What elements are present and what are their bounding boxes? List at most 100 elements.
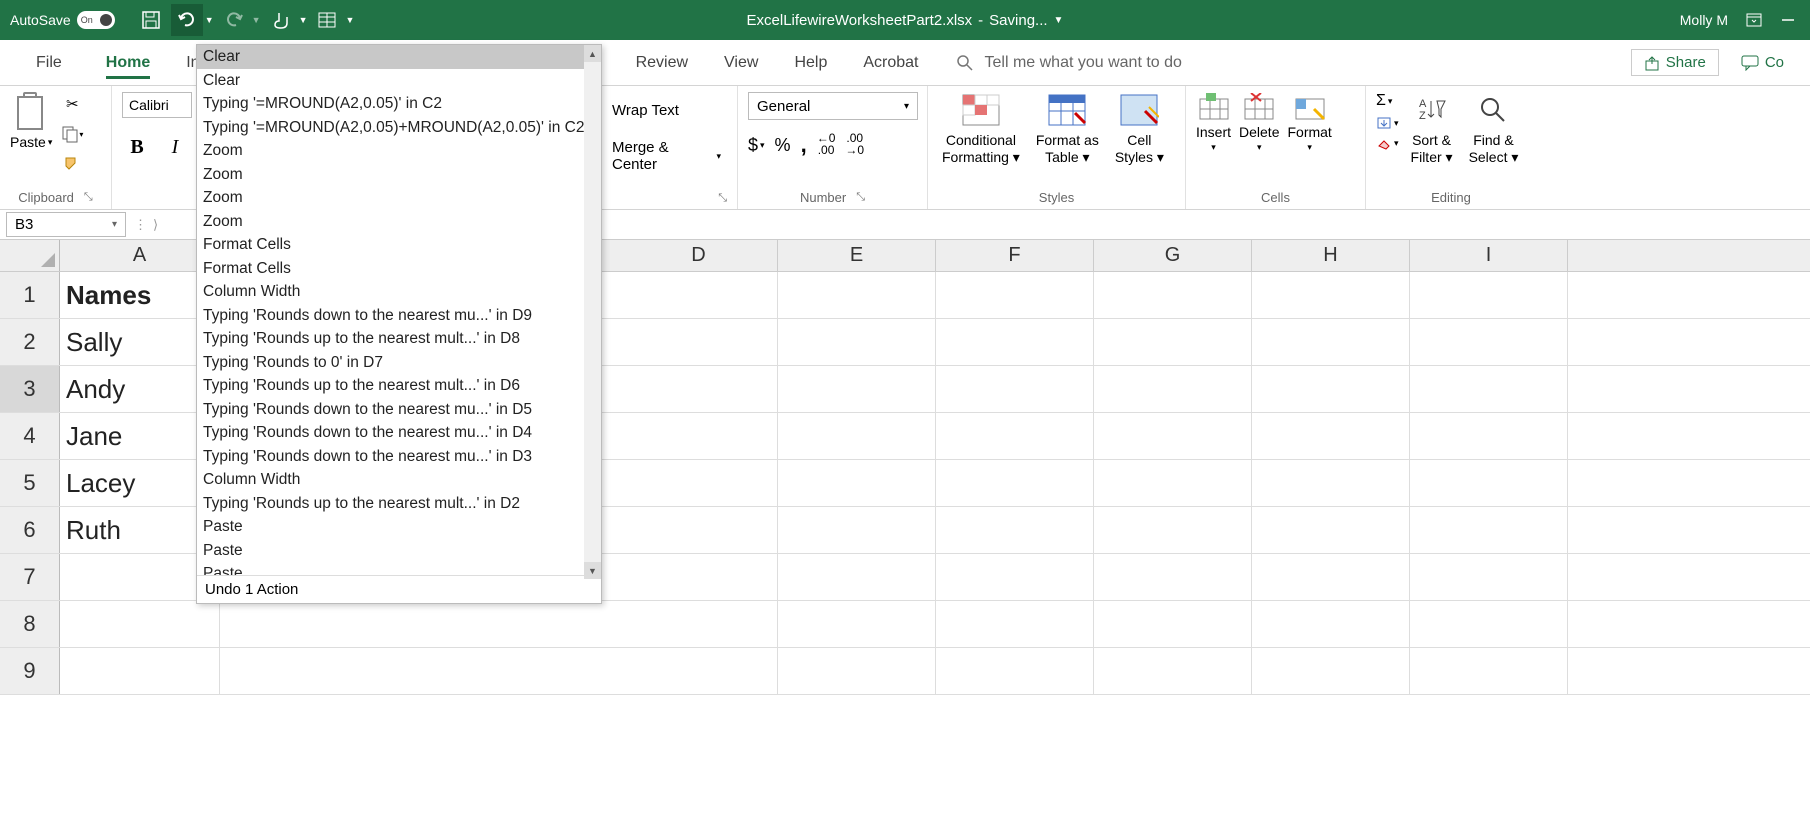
undo-history-item[interactable]: Paste — [197, 539, 601, 563]
cell[interactable] — [1252, 413, 1410, 459]
format-as-table-button[interactable]: Format asTable ▾ — [1032, 92, 1103, 166]
tab-file[interactable]: File — [18, 40, 80, 85]
italic-button[interactable]: I — [160, 132, 190, 162]
cell[interactable] — [1094, 460, 1252, 506]
cell[interactable] — [60, 601, 220, 647]
table-icon[interactable] — [311, 4, 343, 36]
cell[interactable] — [620, 507, 778, 553]
cell[interactable] — [936, 319, 1094, 365]
fill-icon[interactable]: ▾ — [1376, 116, 1399, 130]
minimize-icon[interactable] — [1780, 12, 1796, 28]
undo-history-item[interactable]: Typing 'Rounds up to the nearest mult...… — [197, 492, 601, 516]
row-header[interactable]: 4 — [0, 413, 60, 459]
cell[interactable] — [1410, 319, 1568, 365]
autosum-icon[interactable]: Σ▾ — [1376, 92, 1399, 110]
number-launcher-icon[interactable]: ⤡ — [856, 191, 865, 204]
cell[interactable] — [1094, 319, 1252, 365]
cell[interactable] — [936, 413, 1094, 459]
row-header[interactable]: 7 — [0, 554, 60, 600]
paste-button[interactable]: Paste▾ — [10, 92, 52, 150]
cell[interactable] — [1252, 366, 1410, 412]
undo-history-item[interactable]: Typing 'Rounds down to the nearest mu...… — [197, 445, 601, 469]
name-box[interactable]: B3 ▾ — [6, 212, 126, 237]
ribbon-options-icon[interactable] — [1746, 12, 1762, 28]
format-painter-icon[interactable] — [60, 152, 84, 176]
undo-history-item[interactable]: Typing 'Rounds up to the nearest mult...… — [197, 327, 601, 351]
wrap-text-button[interactable]: Wrap Text — [606, 98, 685, 123]
cell[interactable] — [778, 554, 936, 600]
col-header-G[interactable]: G — [1094, 240, 1252, 271]
col-header-I[interactable]: I — [1410, 240, 1568, 271]
col-header-H[interactable]: H — [1252, 240, 1410, 271]
undo-history-item[interactable]: Typing 'Rounds down to the nearest mu...… — [197, 398, 601, 422]
cell[interactable] — [936, 460, 1094, 506]
bold-button[interactable]: B — [122, 132, 152, 162]
row-header[interactable]: 3 — [0, 366, 60, 412]
undo-dropdown-caret[interactable]: ▼ — [205, 15, 214, 25]
cell[interactable] — [936, 366, 1094, 412]
undo-button[interactable] — [171, 4, 203, 36]
touch-mode-icon[interactable] — [265, 4, 297, 36]
tell-me-search[interactable]: Tell me what you want to do — [956, 54, 1181, 72]
undo-history-item[interactable]: Column Width — [197, 468, 601, 492]
undo-history-item[interactable]: Clear — [197, 69, 601, 93]
accounting-icon[interactable]: $▾ — [748, 132, 765, 158]
toggle-switch[interactable]: On — [77, 11, 115, 29]
name-box-resize-icon[interactable]: ⋮ — [134, 217, 147, 233]
undo-history-item[interactable]: Format Cells — [197, 233, 601, 257]
cell[interactable] — [778, 507, 936, 553]
cell[interactable] — [1410, 554, 1568, 600]
cell[interactable] — [1252, 648, 1410, 694]
comma-icon[interactable]: , — [801, 132, 807, 158]
share-button[interactable]: Share — [1631, 49, 1719, 76]
cell[interactable] — [1094, 601, 1252, 647]
conditional-formatting-button[interactable]: ConditionalFormatting ▾ — [938, 92, 1024, 166]
format-cells-button[interactable]: Format▾ — [1287, 92, 1331, 153]
decrease-decimal-icon[interactable]: .00→0 — [845, 132, 864, 158]
increase-decimal-icon[interactable]: ←0.00 — [817, 132, 836, 158]
redo-dropdown-caret[interactable]: ▼ — [252, 15, 261, 25]
touch-caret[interactable]: ▼ — [299, 15, 308, 25]
copy-icon[interactable]: ▾ — [60, 122, 84, 146]
cell[interactable] — [778, 272, 936, 318]
undo-history-item[interactable]: Typing '=MROUND(A2,0.05)' in C2 — [197, 92, 601, 116]
insert-cells-button[interactable]: Insert▾ — [1196, 92, 1231, 153]
cell[interactable] — [778, 319, 936, 365]
cell[interactable] — [1410, 601, 1568, 647]
cell[interactable] — [1252, 272, 1410, 318]
cell[interactable] — [936, 272, 1094, 318]
clipboard-launcher-icon[interactable]: ⤡ — [84, 191, 93, 204]
cell[interactable] — [936, 601, 1094, 647]
cell[interactable] — [1094, 507, 1252, 553]
row-header[interactable]: 6 — [0, 507, 60, 553]
user-name[interactable]: Molly M — [1680, 12, 1728, 28]
cell[interactable] — [1094, 648, 1252, 694]
cut-icon[interactable]: ✂ — [60, 92, 84, 116]
undo-history-item[interactable]: Typing 'Rounds down to the nearest mu...… — [197, 421, 601, 445]
cell[interactable] — [1410, 413, 1568, 459]
autosave-toggle[interactable]: AutoSave On — [0, 11, 125, 29]
cell[interactable] — [620, 413, 778, 459]
cell[interactable] — [936, 554, 1094, 600]
cell[interactable] — [1410, 507, 1568, 553]
cell[interactable] — [1410, 272, 1568, 318]
col-header-E[interactable]: E — [778, 240, 936, 271]
cell[interactable] — [1252, 554, 1410, 600]
cell[interactable] — [620, 460, 778, 506]
title-caret[interactable]: ▼ — [1054, 15, 1064, 26]
cell[interactable] — [778, 413, 936, 459]
cell[interactable] — [1410, 460, 1568, 506]
select-all-corner[interactable] — [0, 240, 60, 271]
undo-history-item[interactable]: Zoom — [197, 139, 601, 163]
fx-expand-icon[interactable]: ⟩ — [153, 217, 158, 233]
undo-history-item[interactable]: Typing 'Rounds down to the nearest mu...… — [197, 304, 601, 328]
scroll-up-icon[interactable]: ▲ — [584, 45, 601, 62]
undo-scrollbar[interactable]: ▲ ▼ — [584, 45, 601, 579]
cell[interactable] — [1094, 272, 1252, 318]
cell[interactable] — [1410, 648, 1568, 694]
undo-history-item[interactable]: Paste — [197, 562, 601, 575]
cell[interactable] — [936, 507, 1094, 553]
cell[interactable] — [936, 648, 1094, 694]
undo-history-dropdown[interactable]: ClearClearTyping '=MROUND(A2,0.05)' in C… — [196, 44, 602, 604]
col-header-F[interactable]: F — [936, 240, 1094, 271]
